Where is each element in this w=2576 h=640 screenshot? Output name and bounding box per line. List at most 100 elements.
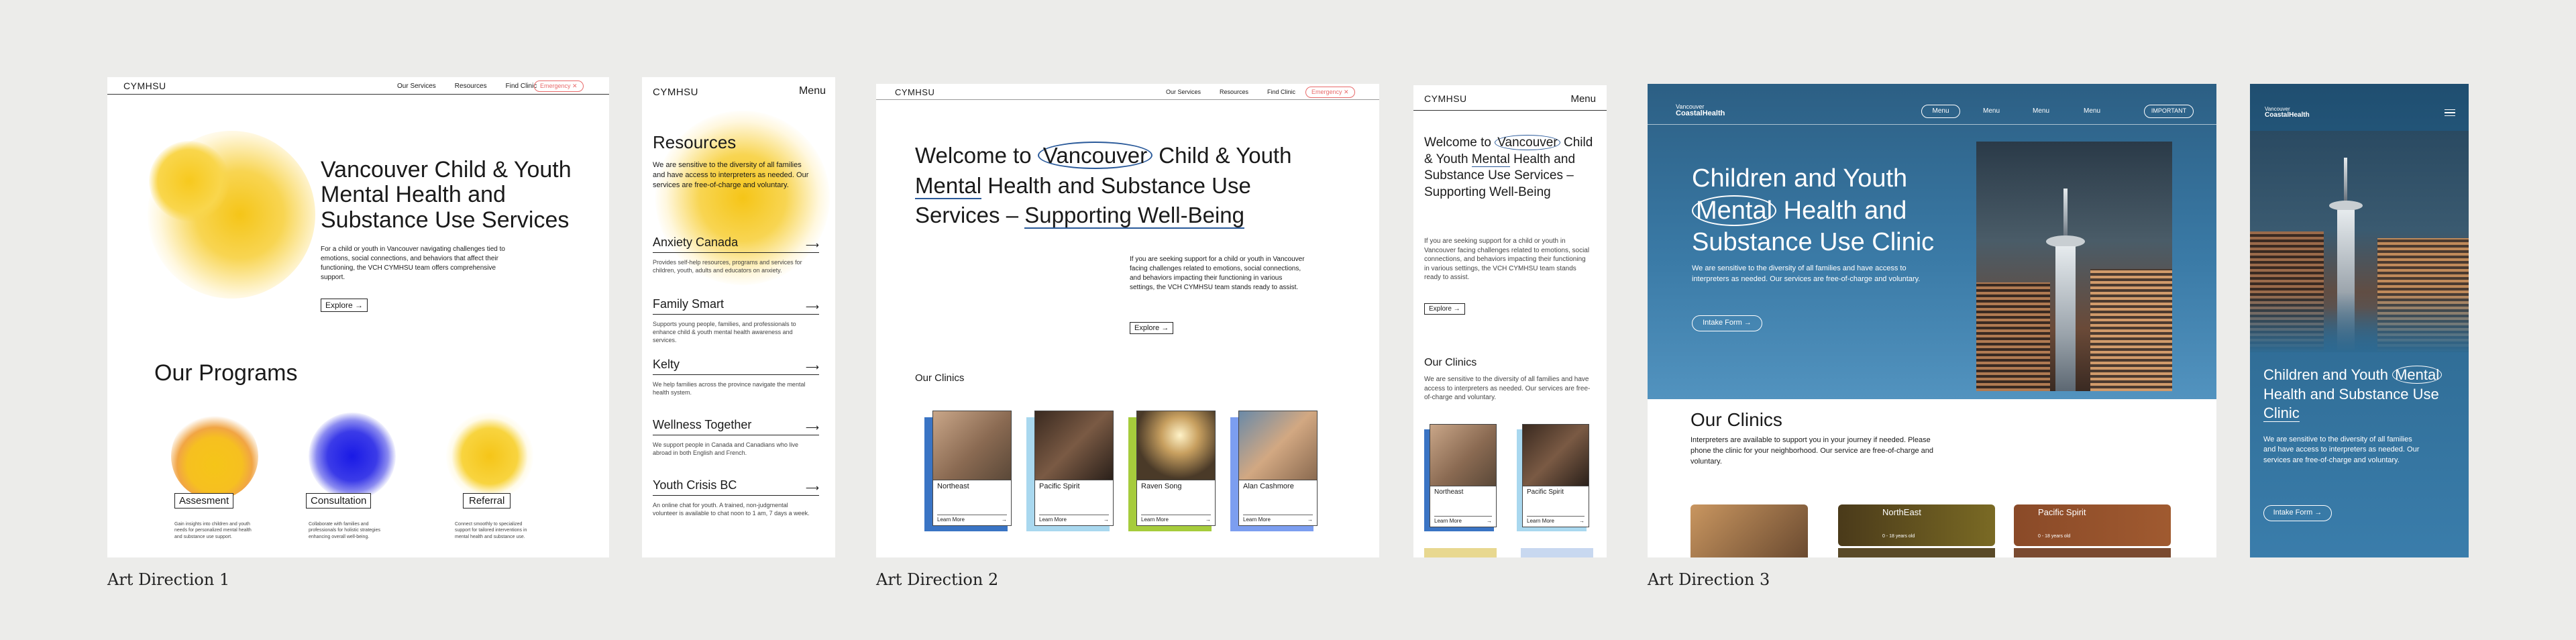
resource-item-youth-crisis-bc[interactable]: Youth Crisis BC ⟶ — [653, 478, 819, 496]
explore-button[interactable]: Explore → — [321, 299, 368, 312]
program-assesment-button[interactable]: Assesment — [174, 493, 234, 509]
learn-more-link[interactable]: Learn More — [1039, 517, 1067, 523]
resources-title: Resources — [653, 132, 737, 152]
ad2-desktop-frame: CYMHSU Our Services Resources Find Clini… — [876, 84, 1379, 557]
arrow-right-icon: ⟶ — [805, 239, 819, 250]
vch-logo[interactable]: Vancouver CoastalHealth — [2265, 107, 2310, 119]
programs-title: Our Programs — [154, 360, 298, 386]
ad3-desktop-frame: Vancouver CoastalHealth Menu Menu Menu M… — [1648, 84, 2216, 557]
nav-resources[interactable]: Resources — [455, 83, 487, 90]
learn-more-link[interactable]: Learn More — [1141, 517, 1169, 523]
nav-menu-4[interactable]: Menu — [2084, 107, 2100, 115]
important-button[interactable]: IMPORTANT — [2144, 105, 2194, 118]
clinic-card-alan-cashmore[interactable]: Alan Cashmore Learn More → — [1230, 411, 1322, 531]
caption-art-direction-3: Art Direction 3 — [1648, 570, 1770, 589]
program-referral-desc: Connect smoothly to specialized support … — [455, 522, 527, 539]
explore-button[interactable]: Explore → — [1130, 322, 1174, 334]
main-nav: Our Services Resources Find Clinic — [397, 83, 537, 90]
resource-item-wellness-together[interactable]: Wellness Together ⟶ — [653, 418, 819, 435]
program-orb-yellow — [171, 413, 258, 500]
ad1m-header: CYMHSU Menu — [642, 77, 835, 105]
arrow-right-icon: ⟶ — [805, 482, 819, 493]
clinic-tile-pacific-spirit[interactable]: Pacific Spirit 0 - 18 years old — [2014, 504, 2171, 546]
hero-text: If you are seeking support for a child o… — [1130, 256, 1305, 291]
resource-desc: We help families across the province nav… — [653, 381, 806, 396]
clinic-card-pacific-spirit[interactable]: Pacific Spirit Learn More → — [1026, 411, 1118, 531]
nav-menu-3[interactable]: Menu — [2033, 107, 2049, 115]
underlined-phrase: Supporting Well-Being — [1024, 203, 1244, 229]
yellow-small-blob — [149, 141, 229, 221]
nav-menu-2[interactable]: Menu — [1983, 107, 2000, 115]
circled-word-vancouver: Vancouver — [1495, 135, 1560, 150]
nav-find-clinic[interactable]: Find Clinic — [1267, 89, 1295, 95]
nav-resources[interactable]: Resources — [1220, 89, 1248, 95]
menu-button[interactable]: Menu — [799, 85, 826, 97]
vch-logo[interactable]: Vancouver CoastalHealth — [1676, 104, 1725, 117]
arrow-right-icon: ⟶ — [805, 362, 819, 372]
nav-find-clinic[interactable]: Find Clinic — [506, 83, 537, 90]
program-referral-button[interactable]: Referral — [463, 493, 511, 509]
resource-desc: We support people in Canada and Canadian… — [653, 441, 798, 457]
emergency-button[interactable]: Emergency ✕ — [1305, 87, 1355, 98]
underlined-word-mental: Mental — [915, 172, 982, 199]
learn-more-link[interactable]: Learn More — [1243, 517, 1271, 523]
nav-our-services[interactable]: Our Services — [1166, 89, 1201, 95]
program-consultation-button[interactable]: Consultation — [306, 493, 372, 509]
ad1-header: CYMHSU Our Services Resources Find Clini… — [107, 77, 609, 95]
resource-desc: Provides self-help resources, programs a… — [653, 259, 802, 274]
clinics-title: Our Clinics — [1690, 409, 1782, 430]
clinic-photo — [1523, 425, 1589, 486]
resource-item-kelty[interactable]: Kelty ⟶ — [653, 358, 819, 375]
caption-art-direction-2: Art Direction 2 — [876, 570, 999, 589]
intake-form-button[interactable]: Intake Form → — [2263, 505, 2332, 521]
intake-form-button[interactable]: Intake Form → — [1692, 315, 1762, 331]
learn-more-link[interactable]: Learn More — [1434, 518, 1462, 524]
clinic-photo — [1239, 411, 1317, 480]
clinic-photo — [1137, 411, 1215, 480]
arrow-right-icon: → — [1307, 517, 1313, 523]
clinic-card-raven-song[interactable]: Raven Song Learn More → — [1128, 411, 1220, 531]
arrow-right-icon: → — [1579, 518, 1585, 524]
hamburger-menu-icon[interactable] — [2445, 109, 2455, 116]
hero-title: Vancouver Child & Youth Mental Health an… — [321, 157, 572, 233]
clinic-tile-northeast[interactable]: NorthEast 0 - 18 years old — [1838, 504, 1995, 546]
hero-text: We are sensitive to the diversity of all… — [1692, 264, 1921, 283]
explore-button[interactable]: Explore → — [1424, 303, 1465, 315]
clinic-photo — [1430, 425, 1496, 486]
learn-more-link[interactable]: Learn More — [937, 517, 965, 523]
clinic-card-northeast[interactable]: Northeast Learn More → — [924, 411, 1016, 531]
site-logo[interactable]: CYMHSU — [1424, 93, 1467, 104]
menu-button[interactable]: Menu — [1570, 93, 1596, 105]
circled-word-mental: Mental — [2392, 366, 2443, 384]
nav-menu-1[interactable]: Menu — [1921, 105, 1960, 118]
hero-title: Welcome to Vancouver Child & Youth Menta… — [915, 142, 1292, 229]
resource-item-anxiety-canada[interactable]: Anxiety Canada ⟶ — [653, 235, 819, 253]
hero-text: If you are seeking support for a child o… — [1424, 237, 1590, 281]
learn-more-link[interactable]: Learn More — [1527, 518, 1554, 524]
clinic-card-pacific-spirit[interactable]: Pacific Spirit Learn More → — [1517, 424, 1593, 531]
clinic-tile-photo[interactable] — [1690, 504, 1808, 557]
ad2-header: CYMHSU Our Services Resources Find Clini… — [876, 84, 1379, 100]
program-orb-blue — [309, 413, 396, 500]
underlined-word-mental: Mental — [1471, 152, 1510, 167]
clinics-title: Our Clinics — [915, 372, 965, 384]
nav-our-services[interactable]: Our Services — [397, 83, 436, 90]
site-logo[interactable]: CYMHSU — [653, 87, 698, 98]
emergency-button[interactable]: Emergency ✕ — [534, 81, 584, 92]
hero-title: Children and Youth Mental Health and Sub… — [1692, 164, 1935, 256]
arrow-right-icon: ⟶ — [805, 422, 819, 433]
program-orb-yellow-2 — [446, 413, 533, 500]
clinic-photo — [933, 411, 1011, 480]
clinic-card-northeast[interactable]: Northeast Learn More → — [1424, 424, 1501, 531]
clinics-text: We are sensitive to the diversity of all… — [1424, 376, 1591, 401]
site-logo[interactable]: CYMHSU — [123, 81, 166, 91]
hero-photo-vancouver-skyline — [1976, 142, 2172, 391]
resources-intro: We are sensitive to the diversity of all… — [653, 161, 809, 189]
resource-desc: Supports young people, families, and pro… — [653, 321, 796, 344]
resource-item-family-smart[interactable]: Family Smart ⟶ — [653, 297, 819, 315]
clinics-text: Interpreters are available to support yo… — [1690, 436, 1933, 466]
ad3-mobile-frame: Vancouver CoastalHealth Children and You… — [2250, 84, 2469, 557]
clinic-photo — [1035, 411, 1113, 480]
site-logo[interactable]: CYMHSU — [895, 87, 934, 97]
ad1-desktop-frame: CYMHSU Our Services Resources Find Clini… — [107, 77, 609, 557]
